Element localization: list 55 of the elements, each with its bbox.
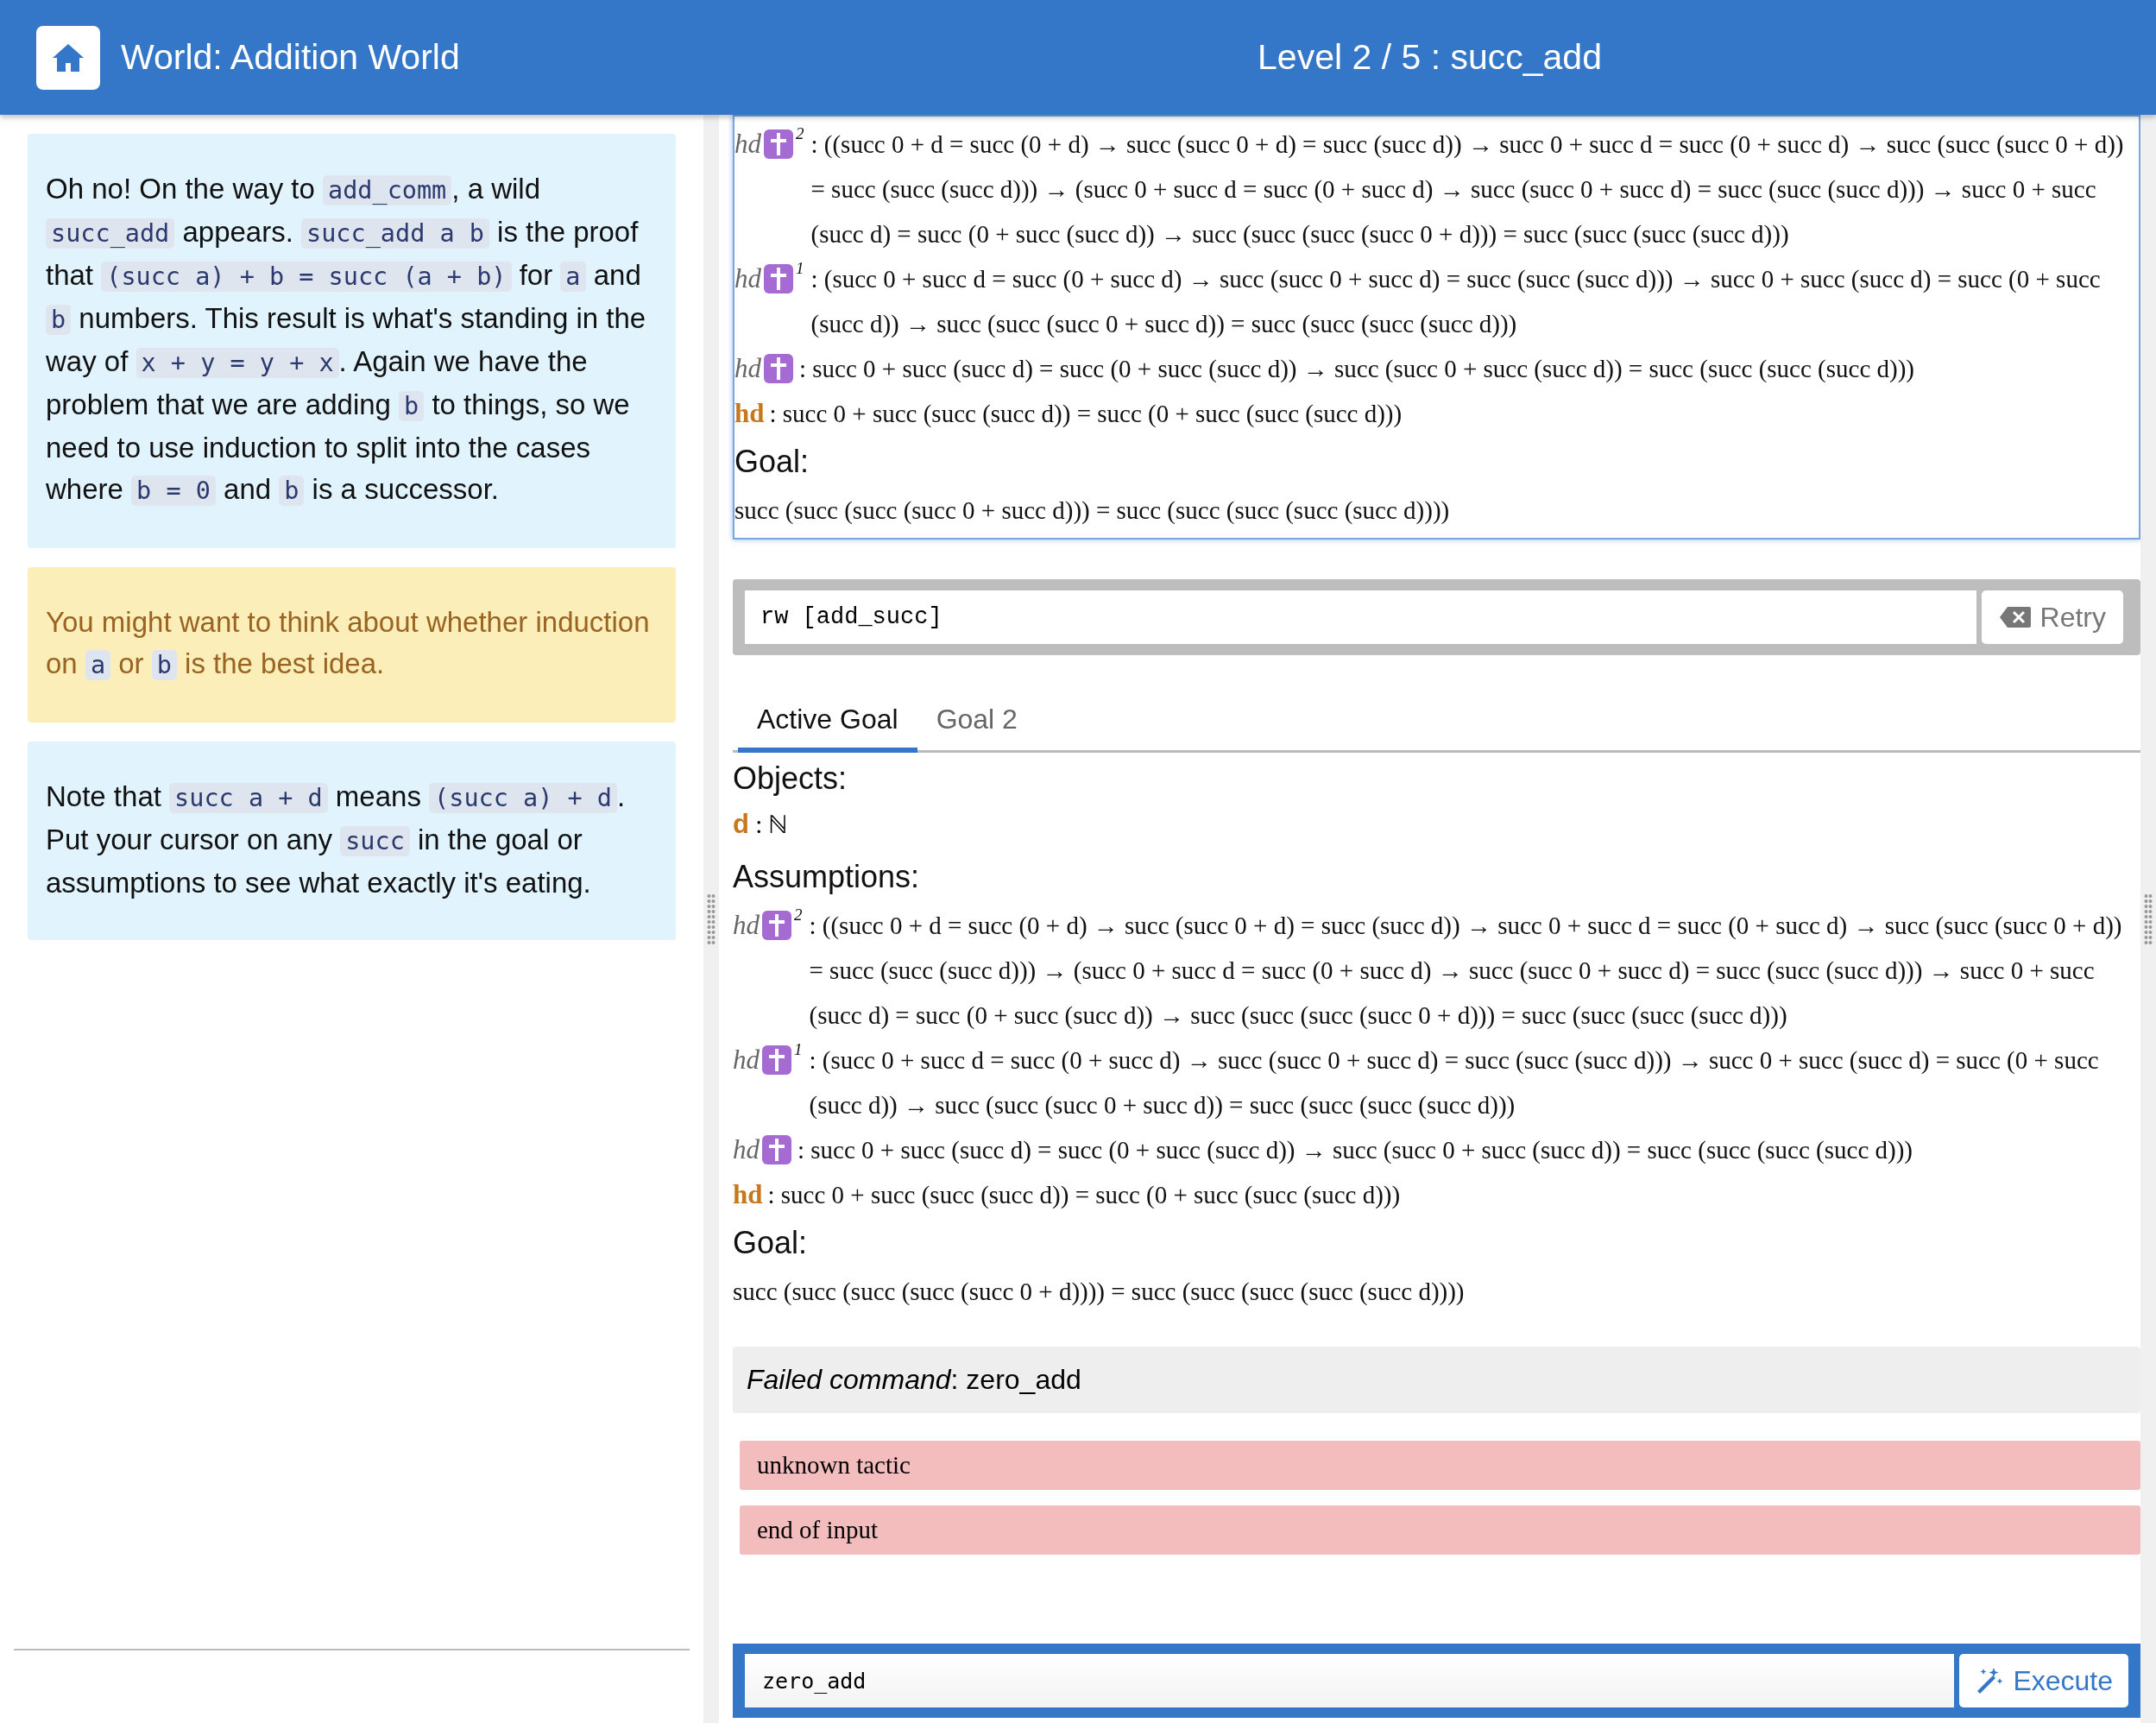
hypothesis-name: hd <box>733 909 760 942</box>
home-icon <box>51 41 85 73</box>
command-field[interactable]: rw [add_succ] <box>745 590 1976 644</box>
error-message: unknown tactic <box>740 1441 2140 1490</box>
dagger-icon <box>763 353 794 384</box>
goal-heading: Goal: <box>734 443 810 481</box>
hypothesis-name: hd <box>733 1044 760 1076</box>
goal-heading: Goal: <box>733 1224 809 1262</box>
dagger-icon <box>761 1045 792 1076</box>
hypothesis-statement: : ((succ 0 + d = succ (0 + d) → succ (succ 0 + d) = succ (succ d)) → succ 0 + succ d = succ (0 + succ d) → succ (succ (succ 0 + d)) = succ (succ (succ d))) → (succ 0 + succ d = succ (0 + succ d) → succ (succ 0 + succ d) = succ (succ (succ d))) → succ 0 + succ (succ d) = succ (0 + succ (succ d)) → succ (succ (succ (succ 0 + d))) = succ (succ (succ (succ d))) <box>810 129 2125 249</box>
goal-tab[interactable]: Goal 2 <box>917 693 1037 753</box>
dagger-icon <box>763 263 794 294</box>
hypothesis-name: hd <box>733 1133 760 1166</box>
goal-statement: succ (succ (succ (succ (succ 0 + d)))) = succ (succ (succ (succ (succ d)))) <box>733 1277 1466 1307</box>
home-button[interactable] <box>36 25 100 90</box>
hypothesis-statement: : succ 0 + succ (succ d) = succ (0 + succ (succ d)) → succ (succ 0 + succ (succ d)) = succ (succ (succ (succ d))) <box>797 1135 1913 1165</box>
execute-button[interactable]: Execute <box>1959 1654 2128 1707</box>
object-type: : ℕ <box>755 811 789 838</box>
hypothesis-index: 2 <box>794 905 803 925</box>
hypothesis-index: 1 <box>794 1039 803 1060</box>
hypothesis-statement: : ((succ 0 + d = succ (0 + d) → succ (succ 0 + d) = succ (succ d)) → succ 0 + succ d = succ (0 + succ d) → succ (succ (succ 0 + d)) = succ (succ (succ d))) → (succ 0 + succ d = succ (0 + succ d) → succ (succ 0 + succ d) = succ (succ (succ d))) → succ 0 + succ (succ d) = succ (0 + succ (succ d)) → succ (succ (succ (succ 0 + d))) = succ (succ (succ (succ d))) <box>809 911 2123 1031</box>
world-title: World: Addition World <box>121 37 460 78</box>
retry-button[interactable]: Retry <box>1981 590 2123 644</box>
goal-statement: succ (succ (succ (succ 0 + succ d))) = succ (succ (succ (succ (succ d)))) <box>734 495 1451 526</box>
hint-text: Oh no! On the way to add_comm , a wild succ_add appears. succ_add a b is the proof that (succ a) + b = succ (a + b) for a and b numbers. This result is what's standing in the way of x + y = y + x . Again we have the problem that we are adding b to things, so we need to use induction to split into the cases where b = 0 and b is a successor. <box>46 172 647 508</box>
hypothesis-statement: : succ 0 + succ (succ (succ d)) = succ (0 + succ (succ (succ d))) <box>769 399 1403 429</box>
resize-handle[interactable] <box>703 115 719 1723</box>
goal-tab[interactable]: Active Goal <box>738 693 917 753</box>
backspace-icon <box>1998 606 2032 628</box>
hint-text: You might want to think about whether induction on a or b is the best idea. <box>46 605 651 682</box>
hypothesis-statement: : succ 0 + succ (succ d) = succ (0 + succ (succ d)) → succ (succ 0 + succ (succ d)) = succ (succ (succ (succ d))) <box>799 354 1915 384</box>
failed-command: Failed command: zero_add <box>733 1347 2140 1413</box>
hypothesis-statement: : succ 0 + succ (succ (succ d)) = succ (0 + succ (succ (succ d))) <box>767 1180 1402 1210</box>
hypothesis-name: hd <box>734 397 765 430</box>
object-name: d <box>733 809 749 839</box>
hypothesis-name: hd <box>734 262 761 295</box>
hypothesis-name: hd <box>734 128 761 161</box>
hypothesis-statement: : (succ 0 + succ d = succ (0 + succ d) → succ (succ 0 + succ d) = succ (succ (succ d))) → succ 0 + succ (succ d) = succ (0 + succ (succ d)) → succ (succ (succ 0 + succ d)) = succ (succ (succ (succ d))) <box>809 1045 2100 1120</box>
error-message: end of input <box>740 1505 2140 1555</box>
hypothesis-index: 2 <box>796 123 804 144</box>
hypothesis-name: hd <box>734 352 761 385</box>
dagger-icon <box>763 129 794 160</box>
hypothesis-statement: : (succ 0 + succ d = succ (0 + succ d) → succ (succ 0 + succ d) = succ (succ (succ d))) → succ 0 + succ (succ d) = succ (0 + succ (succ d)) → succ (succ (succ 0 + succ d)) = succ (succ (succ (succ d))) <box>810 264 2102 339</box>
grip-icon <box>2144 893 2153 945</box>
hypothesis-name: hd <box>733 1178 763 1211</box>
level-title: Level 2 / 5 : succ_add <box>1257 37 1603 78</box>
resize-handle[interactable] <box>2140 115 2156 1723</box>
hypothesis-index: 1 <box>796 258 804 279</box>
grip-icon <box>707 893 716 945</box>
dagger-icon <box>761 910 792 941</box>
hint-text: Note that succ a + d means (succ a) + d . Put your cursor on any succ in the goal or assumptions to see what exactly it's eating. <box>46 779 627 900</box>
assumptions-heading: Assumptions: <box>733 858 921 896</box>
dagger-icon <box>761 1134 792 1165</box>
objects-heading: Objects: <box>733 760 848 798</box>
command-input[interactable]: zero_add <box>745 1654 1955 1707</box>
